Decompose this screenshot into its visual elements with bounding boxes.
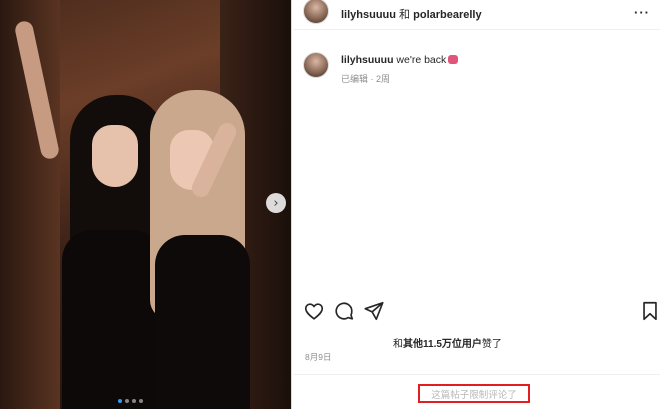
- likes-suffix: 赞了: [481, 339, 502, 350]
- caption-body: we're back: [393, 54, 447, 66]
- carousel-next-button[interactable]: ›: [266, 193, 286, 213]
- more-options-icon[interactable]: ···: [634, 5, 650, 20]
- comment-button[interactable]: [333, 300, 355, 322]
- save-button[interactable]: [639, 300, 660, 322]
- carousel-dot: [139, 399, 143, 403]
- post-date[interactable]: 8月9日: [305, 351, 331, 363]
- carousel-dot: [125, 399, 129, 403]
- avatar[interactable]: [303, 0, 329, 24]
- avatar[interactable]: [303, 52, 329, 78]
- likes-count[interactable]: 和其他11.5万位用户赞了: [393, 335, 502, 350]
- carousel-dot-active: [118, 399, 122, 403]
- post-media[interactable]: ›: [0, 0, 292, 409]
- comment-icon: [335, 302, 354, 320]
- bookmark-icon: [643, 301, 657, 321]
- heart-emoji-icon: [448, 55, 459, 64]
- carousel-dot: [132, 399, 136, 403]
- divider: [293, 374, 660, 375]
- likes-prefix: 和: [393, 339, 403, 350]
- post-actions: [293, 300, 660, 324]
- photo-person-2-body: [155, 235, 250, 409]
- like-button[interactable]: [303, 300, 325, 322]
- photo-person-1-body: [62, 230, 162, 409]
- heart-icon: [304, 303, 324, 320]
- send-icon: [364, 301, 384, 321]
- author-username[interactable]: lilyhsuuuu: [341, 9, 396, 21]
- caption-meta: 已编辑 · 2周: [341, 74, 391, 84]
- caption-text: lilyhsuuuu we're back: [341, 54, 459, 66]
- photo-person-1-face: [92, 125, 138, 187]
- post-authors: lilyhsuuuu 和 polarbearelly: [341, 6, 482, 22]
- caption-username[interactable]: lilyhsuuuu: [341, 54, 394, 66]
- carousel-indicator: [118, 399, 143, 403]
- post-header: lilyhsuuuu 和 polarbearelly ···: [293, 0, 660, 30]
- post-caption: lilyhsuuuu we're back 已编辑 · 2周: [303, 52, 653, 92]
- comments-limited-notice: 这篇帖子限制评论了: [418, 384, 530, 403]
- likes-users: 其他11.5万位用户: [403, 339, 482, 350]
- author-conjunction: 和: [396, 9, 414, 21]
- post-details-panel: lilyhsuuuu 和 polarbearelly ··· lilyhsuuu…: [293, 0, 660, 409]
- share-button[interactable]: [363, 300, 385, 322]
- coauthor-username[interactable]: polarbearelly: [413, 9, 481, 21]
- chevron-right-icon: ›: [273, 195, 279, 211]
